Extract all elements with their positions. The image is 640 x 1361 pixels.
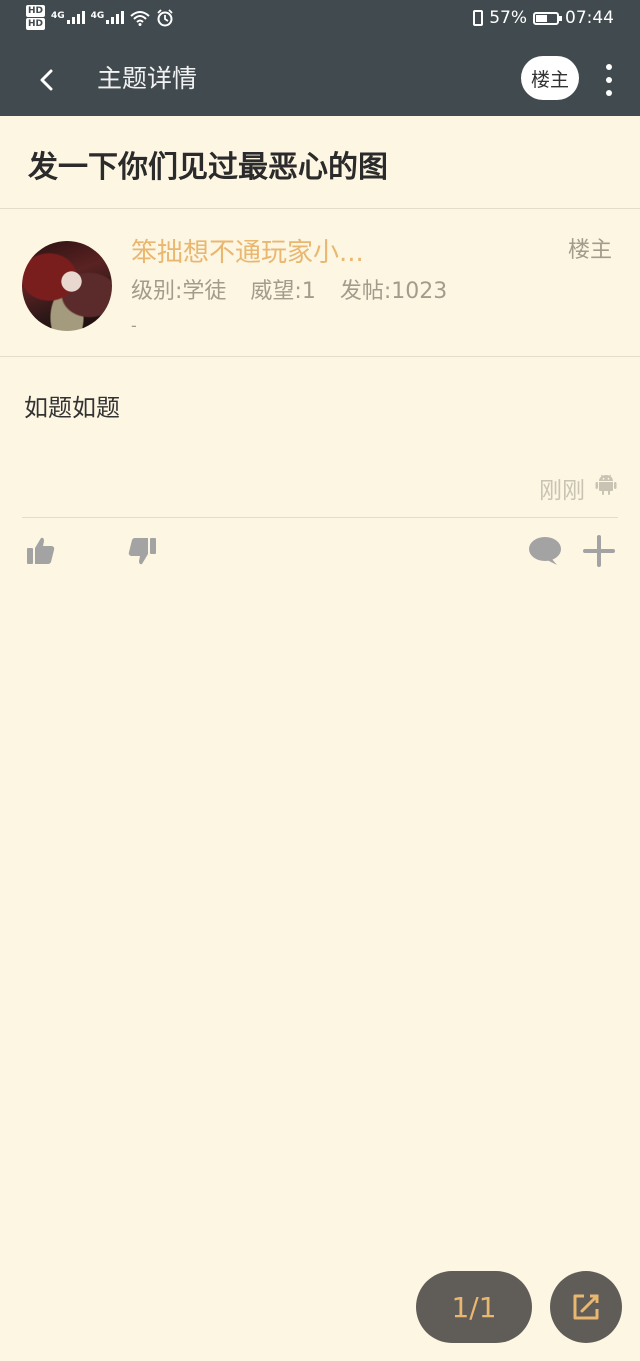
comment-bubble-icon <box>529 537 561 565</box>
floor-tag: 楼主 <box>567 238 612 263</box>
comment-button[interactable] <box>527 534 563 568</box>
hd-indicators: HD HD <box>26 5 46 30</box>
app-header: HD HD 4G 4G 57% 07:44 主题详情 楼主 <box>0 0 640 116</box>
post-time: 刚刚 <box>539 478 585 504</box>
reply-compose-button[interactable] <box>550 1271 622 1343</box>
user-level: 级别:学徒 <box>131 279 227 304</box>
post-content: 如题如题 <box>24 394 120 422</box>
hd-icon: HD <box>26 18 46 30</box>
avatar[interactable] <box>22 241 112 331</box>
back-button[interactable] <box>24 58 68 102</box>
page-indicator-button[interactable]: 1/1 <box>416 1271 532 1343</box>
user-signature: - <box>131 316 137 335</box>
status-bar: HD HD 4G 4G 57% 07:44 <box>0 0 640 40</box>
page-title: 主题详情 <box>97 64 198 93</box>
thumbs-up-icon <box>27 537 55 564</box>
user-post-count: 发帖:1023 <box>339 279 448 304</box>
signal-icon: 4G <box>91 11 125 24</box>
hd-icon: HD <box>26 5 46 17</box>
chevron-left-icon <box>40 69 53 91</box>
android-icon <box>595 474 617 495</box>
more-vert-icon <box>606 64 612 70</box>
battery-percent: 57% <box>489 8 527 28</box>
divider <box>0 208 640 209</box>
owner-only-button[interactable]: 楼主 <box>521 56 579 100</box>
add-button[interactable] <box>582 534 616 568</box>
vibrate-icon <box>473 10 484 26</box>
clock: 07:44 <box>565 8 614 28</box>
divider <box>22 517 618 518</box>
more-menu-button[interactable] <box>594 58 624 102</box>
user-prestige: 威望:1 <box>250 279 316 304</box>
like-button[interactable] <box>24 534 58 568</box>
thumbs-down-icon <box>128 538 156 565</box>
divider <box>0 356 640 357</box>
signal-icon: 4G <box>51 11 85 24</box>
username[interactable]: 笨拙想不通玩家小... <box>131 232 364 269</box>
edit-icon <box>573 1294 599 1320</box>
topic-title: 发一下你们见过最恶心的图 <box>28 150 388 185</box>
plus-icon <box>583 535 615 567</box>
dislike-button[interactable] <box>125 534 159 568</box>
battery-icon <box>533 11 562 25</box>
wifi-icon <box>130 10 150 26</box>
user-meta: 级别:学徒 威望:1 发帖:1023 <box>131 273 447 305</box>
alarm-icon <box>157 8 173 26</box>
